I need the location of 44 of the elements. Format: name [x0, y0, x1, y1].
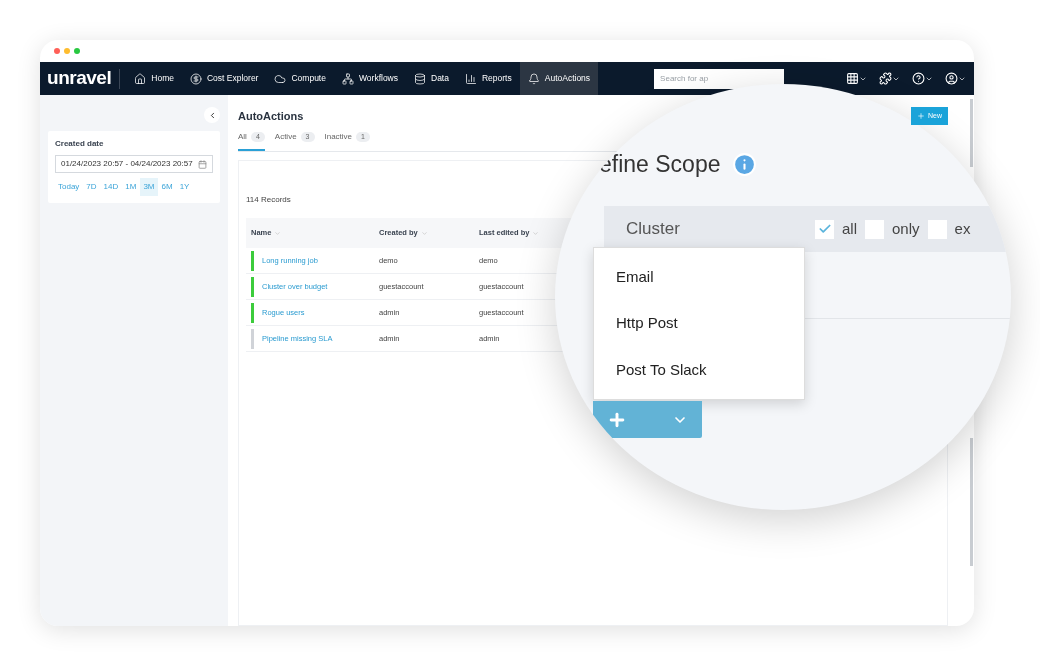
bell-icon — [527, 72, 540, 85]
logo[interactable]: unravel — [40, 64, 120, 93]
check-icon — [817, 222, 832, 236]
records-count: 114 Records — [246, 195, 291, 204]
scrollbar-track — [969, 99, 973, 167]
bar-chart-icon — [464, 72, 477, 85]
apps-menu-button[interactable] — [846, 72, 867, 85]
calendar-icon — [198, 159, 207, 169]
home-icon — [134, 72, 147, 85]
database-icon — [414, 72, 426, 85]
add-action-button[interactable] — [593, 401, 702, 438]
sort-caret-icon — [532, 229, 540, 237]
nav-item[interactable]: AutoActions — [519, 62, 599, 95]
puzzle-icon — [879, 72, 892, 85]
grid-icon — [846, 72, 859, 85]
nav-item[interactable]: Workflows — [333, 62, 406, 95]
sort-caret-icon — [420, 229, 428, 237]
scope-label: Cluster — [626, 218, 681, 241]
nav-item[interactable]: Data — [406, 62, 457, 95]
menu-item[interactable]: Post To Slack — [594, 358, 804, 382]
menu-item[interactable]: Http Post — [594, 312, 804, 335]
filter-title: Created date — [55, 138, 105, 150]
plugin-menu-button[interactable] — [879, 72, 900, 85]
scrollbar[interactable] — [969, 438, 973, 566]
menu-item[interactable]: Email — [594, 265, 804, 289]
scope-checkbox[interactable]: all — [815, 217, 857, 241]
info-icon[interactable] — [732, 151, 758, 177]
date-range-field[interactable]: 01/24/2023 20:57 - 04/24/2023 20:57 — [55, 155, 213, 173]
nav-item[interactable]: Home — [126, 62, 182, 95]
page-title: AutoActions — [238, 108, 304, 124]
nav-item[interactable]: Reports — [456, 62, 520, 95]
user-menu-button[interactable] — [945, 72, 966, 85]
scope-checkbox[interactable]: ex — [927, 217, 971, 241]
flow-icon — [341, 72, 354, 85]
scope-checkbox[interactable]: only — [865, 217, 920, 241]
cloud-icon — [274, 72, 287, 85]
plus-icon — [917, 112, 925, 120]
dollar-icon — [189, 72, 202, 85]
help-menu-button[interactable] — [912, 72, 933, 85]
sort-caret-icon — [274, 229, 282, 237]
nav-item[interactable]: Cost Explorer — [181, 62, 267, 95]
user-icon — [945, 72, 958, 85]
help-icon — [912, 72, 925, 85]
nav-item[interactable]: Compute — [266, 62, 334, 95]
